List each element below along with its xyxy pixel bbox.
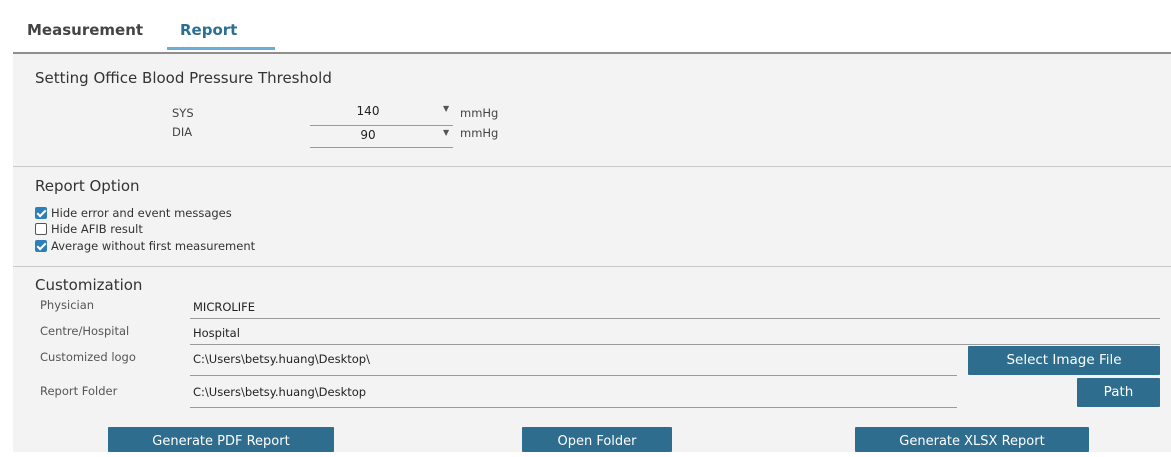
- sys-value[interactable]: 140: [308, 104, 428, 118]
- dia-dropdown-icon[interactable]: ▼: [443, 128, 449, 138]
- hide-error-checkbox[interactable]: [35, 207, 47, 219]
- dia-underline: [310, 147, 453, 148]
- sys-underline: [310, 125, 453, 126]
- active-tab-indicator: [167, 47, 275, 50]
- folder-underline: [190, 407, 957, 408]
- report-option-title: Report Option: [35, 177, 140, 195]
- physician-value[interactable]: MICROLIFE: [193, 300, 255, 314]
- sys-dropdown-icon[interactable]: ▼: [443, 104, 449, 114]
- generate-xlsx-report-button[interactable]: Generate XLSX Report: [855, 427, 1089, 452]
- average-checkbox[interactable]: [35, 240, 47, 252]
- tab-measurement[interactable]: Measurement: [27, 20, 143, 40]
- tab-report[interactable]: Report: [180, 20, 237, 40]
- tab-bar: Measurement Report: [13, 10, 1171, 54]
- hide-afib-checkbox[interactable]: [35, 223, 47, 235]
- section-divider: [13, 166, 1171, 167]
- sys-label: SYS: [172, 106, 194, 120]
- select-image-file-button[interactable]: Select Image File: [968, 346, 1160, 375]
- open-folder-button[interactable]: Open Folder: [522, 427, 672, 452]
- centre-underline: [190, 344, 1160, 345]
- threshold-section-title: Setting Office Blood Pressure Threshold: [35, 69, 332, 87]
- dia-unit: mmHg: [460, 126, 499, 140]
- average-label: Average without first measurement: [51, 239, 256, 253]
- customization-title: Customization: [35, 276, 143, 294]
- hide-error-label: Hide error and event messages: [51, 206, 232, 220]
- folder-path-input[interactable]: C:\Users\betsy.huang\Desktop: [193, 385, 366, 399]
- section-divider: [13, 266, 1171, 267]
- centre-label: Centre/Hospital: [40, 324, 130, 338]
- logo-label: Customized logo: [40, 350, 136, 364]
- physician-underline: [190, 318, 1160, 319]
- dia-label: DIA: [172, 125, 193, 139]
- dia-value[interactable]: 90: [308, 128, 428, 142]
- centre-value[interactable]: Hospital: [193, 326, 240, 340]
- folder-label: Report Folder: [40, 384, 118, 398]
- logo-underline: [190, 375, 957, 376]
- generate-pdf-report-button[interactable]: Generate PDF Report: [108, 427, 334, 452]
- logo-path-input[interactable]: C:\Users\betsy.huang\Desktop\: [193, 352, 370, 366]
- sys-unit: mmHg: [460, 106, 499, 120]
- hide-afib-label: Hide AFIB result: [51, 222, 143, 236]
- path-button[interactable]: Path: [1077, 378, 1160, 407]
- physician-label: Physician: [40, 298, 95, 312]
